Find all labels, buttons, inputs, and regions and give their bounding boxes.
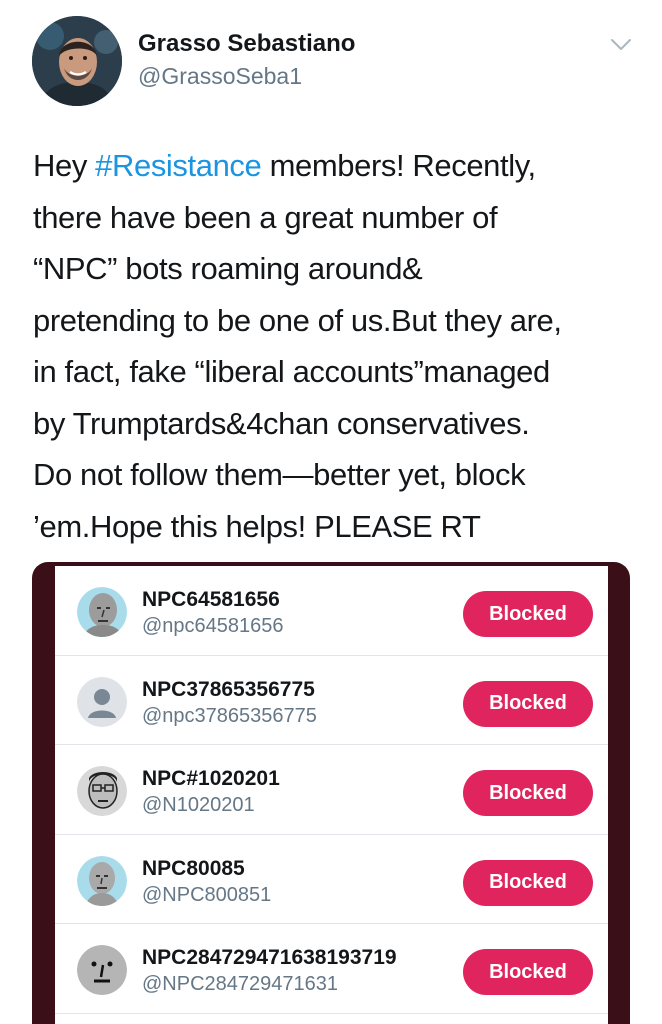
account-name: NPC80085 <box>142 856 245 880</box>
account-name: NPC284729471638193719 <box>142 946 397 969</box>
account-name: NPC#1020201 <box>142 767 280 790</box>
account-handle: @NPC284729471631 <box>142 973 339 995</box>
blocked-accounts-list: NPC64581656 @npc64581656 Blocked NPC3786… <box>55 566 608 1024</box>
blocked-button: Blocked <box>463 591 593 637</box>
account-handle: @npc37865356775 <box>142 704 317 727</box>
list-item: NPC284729471638193719 @NPC284729471631 B… <box>55 924 608 1014</box>
blocked-button: Blocked <box>463 949 593 995</box>
tweet-header: Grasso Sebastiano @GrassoSeba1 <box>0 0 662 120</box>
hashtag-link[interactable]: #Resistance <box>95 148 262 183</box>
blocked-button: Blocked <box>463 680 593 727</box>
account-name: NPC37865356775 <box>142 677 315 701</box>
blocked-button: Blocked <box>463 859 593 906</box>
account-handle: @N1020201 <box>142 794 255 816</box>
account-name: NPC64581656 <box>142 588 280 611</box>
tweet-text-start: Hey <box>33 148 96 183</box>
author-handle[interactable]: @GrassoSeba1 <box>138 63 302 90</box>
default-user-icon <box>77 676 127 727</box>
list-item: NPC37865356775 @npc37865356775 Blocked <box>55 656 608 745</box>
blocked-button: Blocked <box>463 770 593 816</box>
npc-face-icon <box>77 945 127 995</box>
tweet-media-image[interactable]: NPC64581656 @npc64581656 Blocked NPC3786… <box>32 562 630 1024</box>
tweet-text-rest: members! Recently, there have been a gre… <box>33 148 562 544</box>
chevron-down-icon[interactable] <box>608 32 634 58</box>
list-item: NPC#1020201 @N1020201 Blocked <box>55 745 608 835</box>
list-item: NPC64581656 @npc64581656 Blocked <box>55 566 608 656</box>
npc-glasses-face-icon <box>77 766 127 816</box>
npc-face-icon <box>77 855 127 906</box>
account-handle: @npc64581656 <box>142 615 284 637</box>
npc-face-icon <box>77 587 127 637</box>
author-avatar[interactable] <box>32 16 122 106</box>
list-item: NPC80085 @NPC800851 Blocked <box>55 835 608 924</box>
account-handle: @NPC800851 <box>142 883 272 906</box>
author-name[interactable]: Grasso Sebastiano <box>138 30 355 58</box>
tweet-text: Hey #Resistance members! Recently, there… <box>33 140 633 552</box>
